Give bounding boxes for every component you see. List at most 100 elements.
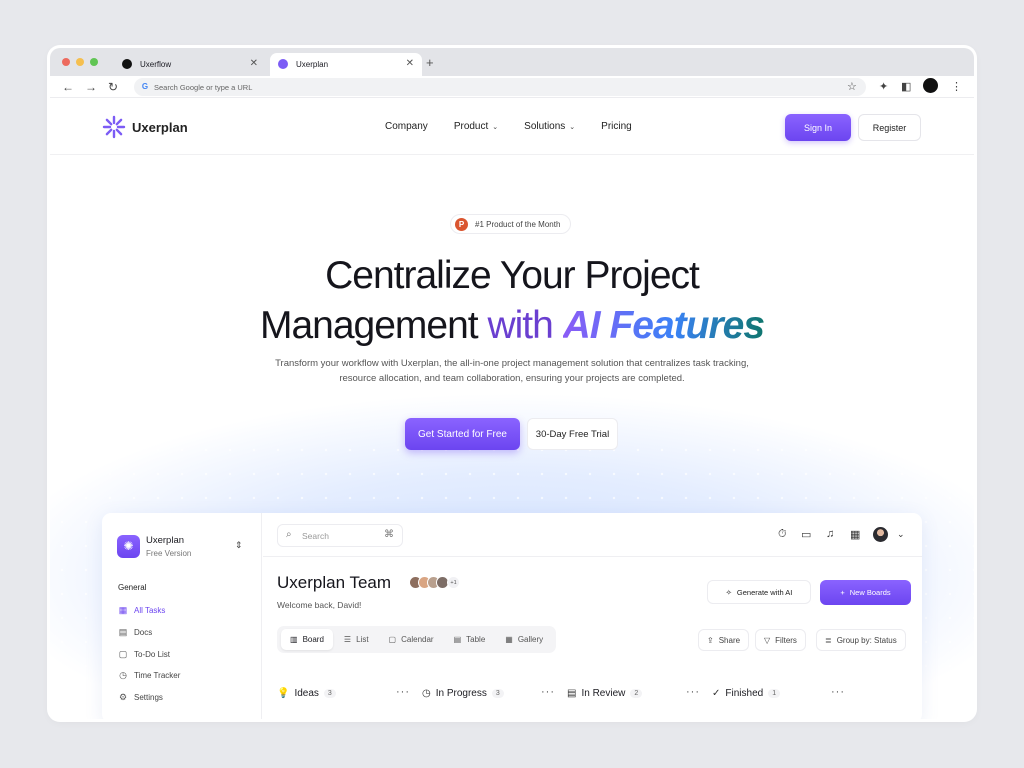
calendar-icon: ▢ — [388, 635, 397, 644]
column-header-ideas: 💡 Ideas 3 — [277, 688, 336, 699]
nav-product[interactable]: Product ⌄ — [454, 121, 498, 132]
get-started-button[interactable]: Get Started for Free — [405, 418, 520, 450]
docs-icon: ▤ — [118, 627, 128, 637]
button-label: Share — [718, 635, 741, 645]
avatar[interactable] — [873, 527, 888, 542]
sidebar-item-todo[interactable]: ▢ To-Do List — [118, 649, 170, 659]
bookmark-star-icon[interactable]: ☆ — [847, 80, 857, 93]
tab-label: Calendar — [401, 635, 434, 644]
browser-window: Uxerflow ✕ Uxerplan ✕ + ← → ↻ G Search G… — [50, 48, 974, 719]
tab-label: Table — [466, 635, 486, 644]
nav-solutions-label: Solutions — [524, 121, 566, 132]
tab-uxerplan[interactable]: Uxerplan ✕ — [270, 53, 422, 76]
product-hunt-icon: P — [455, 218, 468, 231]
column-more-icon[interactable]: ··· — [831, 686, 845, 698]
team-avatars[interactable]: +1 — [409, 576, 460, 589]
timer-icon[interactable]: ⏱ — [778, 528, 787, 541]
lightbulb-icon: 💡 — [277, 688, 290, 699]
column-count: 1 — [768, 689, 781, 698]
sidebar-item-docs[interactable]: ▤ Docs — [118, 627, 153, 637]
plus-icon: + — [840, 588, 845, 597]
chevron-down-icon[interactable]: ⌄ — [897, 529, 905, 540]
brand-logo[interactable]: Uxerplan — [102, 115, 188, 139]
minimize-window-dot[interactable] — [76, 58, 84, 66]
nav-pricing[interactable]: Pricing — [601, 121, 632, 132]
profile-icon[interactable] — [923, 78, 938, 93]
sidebar-item-time-tracker[interactable]: ◷ Time Tracker — [118, 670, 180, 680]
board-icon: ▥ — [290, 635, 298, 644]
tab-table[interactable]: ▤ Table — [445, 629, 495, 650]
share-icon: ⇪ — [707, 635, 714, 645]
sidebar-item-settings[interactable]: ⚙ Settings — [118, 692, 163, 702]
nav-solutions[interactable]: Solutions ⌄ — [524, 121, 575, 132]
sidebar-item-all-tasks[interactable]: ▦ All Tasks — [118, 605, 166, 615]
tab-gallery[interactable]: ▦ Gallery — [496, 629, 552, 650]
close-tab-icon[interactable]: ✕ — [406, 58, 414, 69]
uxerplan-logo-icon — [102, 115, 126, 139]
grid-icon: ▦ — [118, 605, 128, 615]
tab-title: Uxerplan — [296, 60, 329, 69]
view-tabs: ▥ Board ☰ List ▢ Calendar ▤ Table ▦ Gallery — [277, 626, 557, 653]
column-more-icon[interactable]: ··· — [396, 686, 410, 698]
product-of-month-badge: P #1 Product of the Month — [450, 214, 572, 234]
sidepanel-icon[interactable]: ◧ — [901, 80, 911, 93]
nav-company[interactable]: Company — [385, 121, 428, 132]
workspace-logo-icon: ✺ — [117, 535, 140, 558]
tab-list[interactable]: ☰ List — [335, 629, 378, 650]
main-nav: Company Product ⌄ Solutions ⌄ Pricing — [385, 121, 632, 132]
generate-ai-button[interactable]: ✧ Generate with AI — [707, 580, 811, 604]
calendar-icon: ▢ — [118, 649, 128, 659]
bell-icon[interactable]: ♫ — [826, 528, 834, 540]
welcome-text: Welcome back, David! — [277, 600, 362, 610]
app-preview: ✺ Uxerplan Free Version ⇕ General ▦ All … — [102, 513, 922, 719]
tab-board[interactable]: ▥ Board — [281, 629, 333, 650]
hero-title-line2: Management with AI Features — [50, 304, 974, 348]
column-more-icon[interactable]: ··· — [686, 686, 700, 698]
maximize-window-dot[interactable] — [90, 58, 98, 66]
hero-title-line1: Centralize Your Project — [325, 254, 700, 297]
filters-button[interactable]: ▽ Filters — [755, 629, 806, 651]
back-icon[interactable]: ← — [62, 80, 74, 94]
column-title: Finished — [725, 688, 764, 699]
badge-label: #1 Product of the Month — [475, 219, 561, 229]
list-icon: ☰ — [343, 635, 352, 644]
group-by-button[interactable]: ≣ Group by: Status — [816, 629, 906, 651]
sidebar-item-label: All Tasks — [134, 605, 166, 615]
hero-title-word: Management — [259, 304, 479, 347]
workspace-name: Uxerplan — [146, 535, 185, 546]
apps-grid-icon[interactable]: ▦ — [850, 528, 860, 541]
reload-icon[interactable]: ↻ — [108, 80, 118, 94]
tab-uxerflow[interactable]: Uxerflow ✕ — [114, 53, 266, 76]
menu-kebab-icon[interactable]: ⋮ — [951, 80, 962, 93]
column-title: In Progress — [435, 688, 487, 699]
tab-calendar[interactable]: ▢ Calendar — [380, 629, 443, 650]
omnibox-placeholder: Search Google or type a URL — [154, 82, 253, 92]
video-icon[interactable]: ▭ — [801, 528, 811, 541]
search-icon: ⌕ — [286, 529, 292, 540]
page-title: Uxerplan Team — [277, 573, 392, 592]
new-boards-button[interactable]: + New Boards — [820, 580, 911, 605]
workspace-switch-icon[interactable]: ⇕ — [235, 540, 243, 551]
sparkle-icon: ✧ — [725, 587, 732, 597]
omnibox-input[interactable]: G Search Google or type a URL — [134, 78, 866, 96]
site-header: Uxerplan Company Product ⌄ Solutions ⌄ Pri… — [50, 99, 974, 155]
register-button[interactable]: Register — [858, 114, 921, 141]
button-label: New Boards — [849, 588, 891, 597]
gallery-icon: ▦ — [505, 635, 513, 644]
hero-title-word: with — [487, 304, 553, 347]
close-window-dot[interactable] — [62, 58, 70, 66]
table-icon: ▤ — [453, 635, 462, 644]
close-tab-icon[interactable]: ✕ — [250, 58, 258, 69]
share-button[interactable]: ⇪ Share — [698, 629, 750, 651]
forward-icon[interactable]: → — [85, 80, 97, 94]
search-input[interactable]: ⌕ Search ⌘ — [277, 524, 403, 547]
column-title: Ideas — [294, 688, 319, 699]
column-more-icon[interactable]: ··· — [541, 686, 555, 698]
new-tab-button[interactable]: + — [426, 55, 434, 70]
free-trial-button[interactable]: 30-Day Free Trial — [527, 418, 618, 450]
tab-label: List — [356, 635, 369, 644]
search-placeholder: Search — [302, 530, 329, 541]
app-topbar: ⌕ Search ⌘ ⏱ ▭ ♫ ▦ ⌄ — [263, 513, 922, 557]
signin-button[interactable]: Sign In — [785, 114, 851, 141]
extensions-icon[interactable]: ✦ — [879, 80, 888, 93]
